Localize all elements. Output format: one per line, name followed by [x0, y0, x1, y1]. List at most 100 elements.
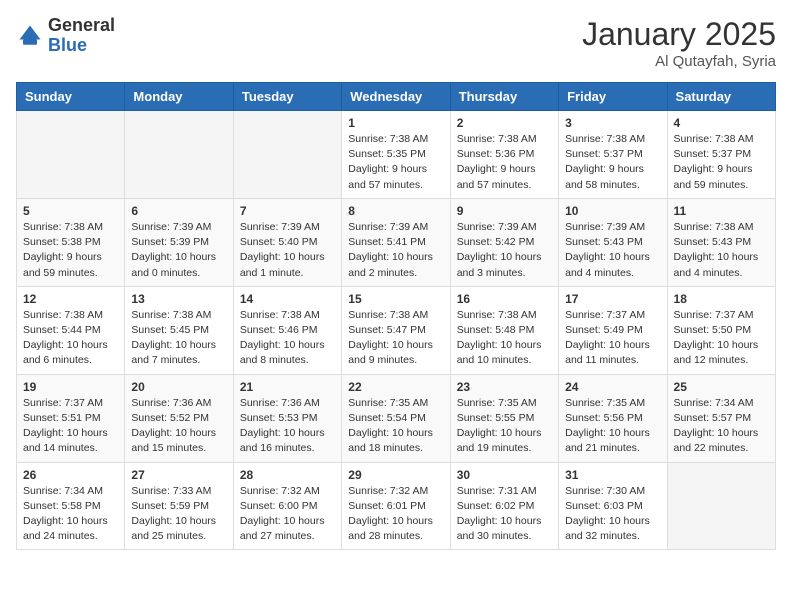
day-info: Sunrise: 7:31 AM Sunset: 6:02 PM Dayligh… — [457, 484, 552, 545]
title-block: January 2025 Al Qutayfah, Syria — [582, 16, 776, 70]
calendar-cell: 24Sunrise: 7:35 AM Sunset: 5:56 PM Dayli… — [559, 374, 667, 462]
day-info: Sunrise: 7:32 AM Sunset: 6:00 PM Dayligh… — [240, 484, 335, 545]
calendar-cell: 15 Sunrise: 7:38 AM Sunset: 5:47 PM Dayli… — [342, 286, 450, 374]
calendar-cell — [125, 111, 233, 199]
day-info: Sunrise: 7:32 AM Sunset: 6:01 PM Dayligh… — [348, 484, 443, 545]
calendar-week-row: 5 Sunrise: 7:38 AM Sunset: 5:38 PM Daylig… — [17, 198, 776, 286]
day-info: Sunrise: 7:36 AM Sunset: 5:53 PM Dayligh… — [240, 396, 335, 457]
calendar-cell: 19 Sunrise: 7:37 AM Sunset: 5:51 PM Dayli… — [17, 374, 125, 462]
day-info: Sunrise: 7:38 AM Sunset: 5:47 PM Dayligh… — [348, 308, 443, 369]
calendar-cell: 5 Sunrise: 7:38 AM Sunset: 5:38 PM Daylig… — [17, 198, 125, 286]
calendar-cell: 13 Sunrise: 7:38 AM Sunset: 5:45 PM Dayli… — [125, 286, 233, 374]
day-number: 28 — [240, 468, 335, 482]
day-number: 1 — [348, 116, 443, 130]
calendar-cell: 22 Sunrise: 7:35 AM Sunset: 5:54 PM Dayli… — [342, 374, 450, 462]
calendar-title: January 2025 — [582, 16, 776, 53]
calendar-cell: 30 Sunrise: 7:31 AM Sunset: 6:02 PM Dayli… — [450, 462, 558, 550]
day-info: Sunrise: 7:37 AM Sunset: 5:49 PM Dayligh… — [565, 308, 660, 369]
day-number: 15 — [348, 292, 443, 306]
calendar-cell: 18Sunrise: 7:37 AM Sunset: 5:50 PM Dayli… — [667, 286, 775, 374]
day-info: Sunrise: 7:38 AM Sunset: 5:38 PM Dayligh… — [23, 220, 118, 281]
calendar-cell: 8 Sunrise: 7:39 AM Sunset: 5:41 PM Daylig… — [342, 198, 450, 286]
calendar-header-row: SundayMondayTuesdayWednesdayThursdayFrid… — [17, 83, 776, 111]
calendar-cell: 1Sunrise: 7:38 AM Sunset: 5:35 PM Daylig… — [342, 111, 450, 199]
day-number: 31 — [565, 468, 660, 482]
day-number: 26 — [23, 468, 118, 482]
calendar-cell: 14Sunrise: 7:38 AM Sunset: 5:46 PM Dayli… — [233, 286, 341, 374]
calendar-cell — [233, 111, 341, 199]
day-info: Sunrise: 7:39 AM Sunset: 5:40 PM Dayligh… — [240, 220, 335, 281]
day-header: Thursday — [450, 83, 558, 111]
calendar-cell: 26 Sunrise: 7:34 AM Sunset: 5:58 PM Dayli… — [17, 462, 125, 550]
calendar-cell: 6Sunrise: 7:39 AM Sunset: 5:39 PM Daylig… — [125, 198, 233, 286]
calendar-cell: 2 Sunrise: 7:38 AM Sunset: 5:36 PM Daylig… — [450, 111, 558, 199]
calendar-week-row: 1Sunrise: 7:38 AM Sunset: 5:35 PM Daylig… — [17, 111, 776, 199]
calendar-cell: 23Sunrise: 7:35 AM Sunset: 5:55 PM Dayli… — [450, 374, 558, 462]
day-info: Sunrise: 7:38 AM Sunset: 5:43 PM Dayligh… — [674, 220, 769, 281]
calendar-cell: 10Sunrise: 7:39 AM Sunset: 5:43 PM Dayli… — [559, 198, 667, 286]
day-number: 30 — [457, 468, 552, 482]
day-info: Sunrise: 7:34 AM Sunset: 5:58 PM Dayligh… — [23, 484, 118, 545]
calendar-cell — [17, 111, 125, 199]
day-info: Sunrise: 7:38 AM Sunset: 5:36 PM Dayligh… — [457, 132, 552, 193]
day-header: Tuesday — [233, 83, 341, 111]
calendar-cell: 17 Sunrise: 7:37 AM Sunset: 5:49 PM Dayli… — [559, 286, 667, 374]
day-info: Sunrise: 7:38 AM Sunset: 5:37 PM Dayligh… — [674, 132, 769, 193]
day-number: 25 — [674, 380, 769, 394]
day-info: Sunrise: 7:38 AM Sunset: 5:44 PM Dayligh… — [23, 308, 118, 369]
day-info: Sunrise: 7:39 AM Sunset: 5:41 PM Dayligh… — [348, 220, 443, 281]
day-number: 22 — [348, 380, 443, 394]
day-info: Sunrise: 7:38 AM Sunset: 5:48 PM Dayligh… — [457, 308, 552, 369]
day-info: Sunrise: 7:38 AM Sunset: 5:37 PM Dayligh… — [565, 132, 660, 193]
calendar-cell: 20 Sunrise: 7:36 AM Sunset: 5:52 PM Dayli… — [125, 374, 233, 462]
calendar-cell: 9 Sunrise: 7:39 AM Sunset: 5:42 PM Daylig… — [450, 198, 558, 286]
day-number: 5 — [23, 204, 118, 218]
calendar-cell: 16 Sunrise: 7:38 AM Sunset: 5:48 PM Dayli… — [450, 286, 558, 374]
day-number: 27 — [131, 468, 226, 482]
logo-text: General Blue — [48, 16, 115, 56]
logo-blue: Blue — [48, 35, 87, 55]
day-number: 13 — [131, 292, 226, 306]
day-header: Friday — [559, 83, 667, 111]
day-number: 2 — [457, 116, 552, 130]
day-info: Sunrise: 7:37 AM Sunset: 5:51 PM Dayligh… — [23, 396, 118, 457]
logo: General Blue — [16, 16, 115, 56]
calendar-cell: 4 Sunrise: 7:38 AM Sunset: 5:37 PM Daylig… — [667, 111, 775, 199]
day-info: Sunrise: 7:35 AM Sunset: 5:55 PM Dayligh… — [457, 396, 552, 457]
day-number: 9 — [457, 204, 552, 218]
day-info: Sunrise: 7:38 AM Sunset: 5:45 PM Dayligh… — [131, 308, 226, 369]
calendar-week-row: 12 Sunrise: 7:38 AM Sunset: 5:44 PM Dayli… — [17, 286, 776, 374]
calendar-week-row: 19 Sunrise: 7:37 AM Sunset: 5:51 PM Dayli… — [17, 374, 776, 462]
day-number: 21 — [240, 380, 335, 394]
calendar-cell — [667, 462, 775, 550]
calendar-cell: 28 Sunrise: 7:32 AM Sunset: 6:00 PM Dayli… — [233, 462, 341, 550]
day-number: 8 — [348, 204, 443, 218]
day-number: 24 — [565, 380, 660, 394]
day-info: Sunrise: 7:39 AM Sunset: 5:39 PM Dayligh… — [131, 220, 226, 281]
calendar-cell: 3 Sunrise: 7:38 AM Sunset: 5:37 PM Daylig… — [559, 111, 667, 199]
day-number: 16 — [457, 292, 552, 306]
day-header: Monday — [125, 83, 233, 111]
day-info: Sunrise: 7:36 AM Sunset: 5:52 PM Dayligh… — [131, 396, 226, 457]
calendar-cell: 12 Sunrise: 7:38 AM Sunset: 5:44 PM Dayli… — [17, 286, 125, 374]
day-number: 11 — [674, 204, 769, 218]
day-number: 20 — [131, 380, 226, 394]
calendar-cell: 21 Sunrise: 7:36 AM Sunset: 5:53 PM Dayli… — [233, 374, 341, 462]
page-header: General Blue January 2025 Al Qutayfah, S… — [16, 16, 776, 70]
logo-icon — [16, 22, 44, 50]
day-info: Sunrise: 7:39 AM Sunset: 5:42 PM Dayligh… — [457, 220, 552, 281]
day-number: 12 — [23, 292, 118, 306]
day-header: Saturday — [667, 83, 775, 111]
day-info: Sunrise: 7:33 AM Sunset: 5:59 PM Dayligh… — [131, 484, 226, 545]
day-number: 4 — [674, 116, 769, 130]
day-number: 18 — [674, 292, 769, 306]
calendar-cell: 31 Sunrise: 7:30 AM Sunset: 6:03 PM Dayli… — [559, 462, 667, 550]
day-number: 3 — [565, 116, 660, 130]
calendar-table: SundayMondayTuesdayWednesdayThursdayFrid… — [16, 82, 776, 550]
day-info: Sunrise: 7:35 AM Sunset: 5:54 PM Dayligh… — [348, 396, 443, 457]
day-number: 17 — [565, 292, 660, 306]
day-number: 19 — [23, 380, 118, 394]
day-info: Sunrise: 7:30 AM Sunset: 6:03 PM Dayligh… — [565, 484, 660, 545]
day-info: Sunrise: 7:34 AM Sunset: 5:57 PM Dayligh… — [674, 396, 769, 457]
day-number: 29 — [348, 468, 443, 482]
